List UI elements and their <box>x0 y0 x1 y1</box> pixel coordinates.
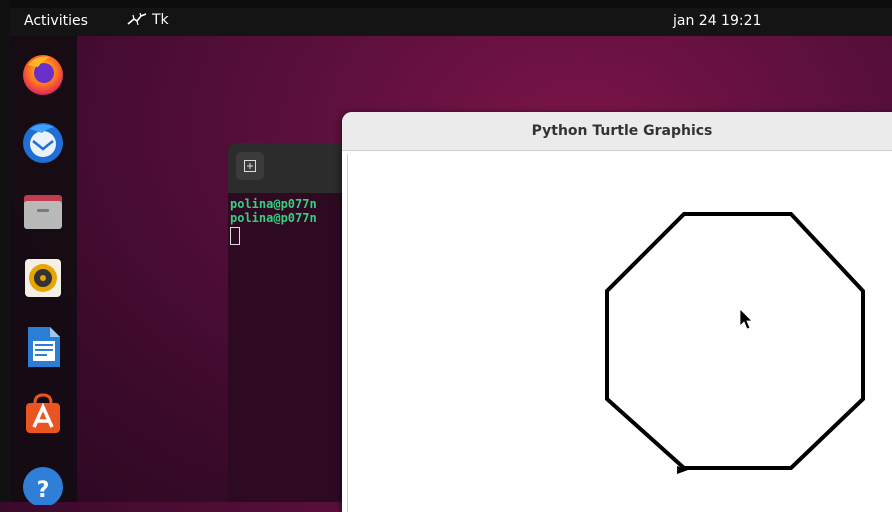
new-tab-button[interactable] <box>236 152 264 180</box>
clock[interactable]: jan 24 19:21 <box>673 13 761 29</box>
thunderbird-icon <box>23 123 63 163</box>
app-menu[interactable]: Tk <box>127 12 169 28</box>
tk-feather-icon <box>127 13 147 26</box>
window-title: Python Turtle Graphics <box>342 112 892 151</box>
turtle-canvas[interactable] <box>347 154 892 512</box>
screen-top-edge <box>10 0 892 8</box>
dock-item-files[interactable] <box>19 186 67 234</box>
app-name: Tk <box>152 12 169 28</box>
screen-edge <box>0 0 10 502</box>
terminal-window[interactable]: polina@p077n polina@p077n <box>228 143 358 502</box>
terminal-cursor <box>230 227 240 245</box>
software-icon <box>26 393 60 433</box>
dock-item-firefox[interactable] <box>19 50 67 98</box>
turtle-window[interactable]: Python Turtle Graphics <box>342 112 892 512</box>
files-icon <box>24 195 62 229</box>
octagon-shape <box>605 212 865 470</box>
dock-item-thunderbird[interactable] <box>19 118 67 166</box>
firefox-icon <box>23 55 63 95</box>
terminal-output[interactable]: polina@p077n polina@p077n <box>228 193 358 248</box>
rhythmbox-icon <box>25 259 61 297</box>
dock-item-writer[interactable] <box>19 322 67 370</box>
svg-text:?: ? <box>37 478 50 503</box>
new-tab-icon <box>244 160 256 172</box>
dock-item-help[interactable]: ? <box>19 458 67 506</box>
dock-item-software[interactable] <box>19 390 67 438</box>
dock: ? <box>10 36 77 505</box>
writer-icon <box>28 327 60 367</box>
terminal-headerbar <box>228 143 358 193</box>
mouse-pointer-icon <box>739 308 753 330</box>
help-icon: ? <box>23 467 63 505</box>
terminal-line: polina@p077n <box>230 197 317 211</box>
terminal-line: polina@p077n <box>230 211 317 225</box>
turtle-drawing <box>605 212 865 474</box>
activities-button[interactable]: Activities <box>24 13 88 29</box>
top-bar: Activities Tk jan 24 19:21 <box>10 8 892 36</box>
dock-item-rhythmbox[interactable] <box>19 254 67 302</box>
